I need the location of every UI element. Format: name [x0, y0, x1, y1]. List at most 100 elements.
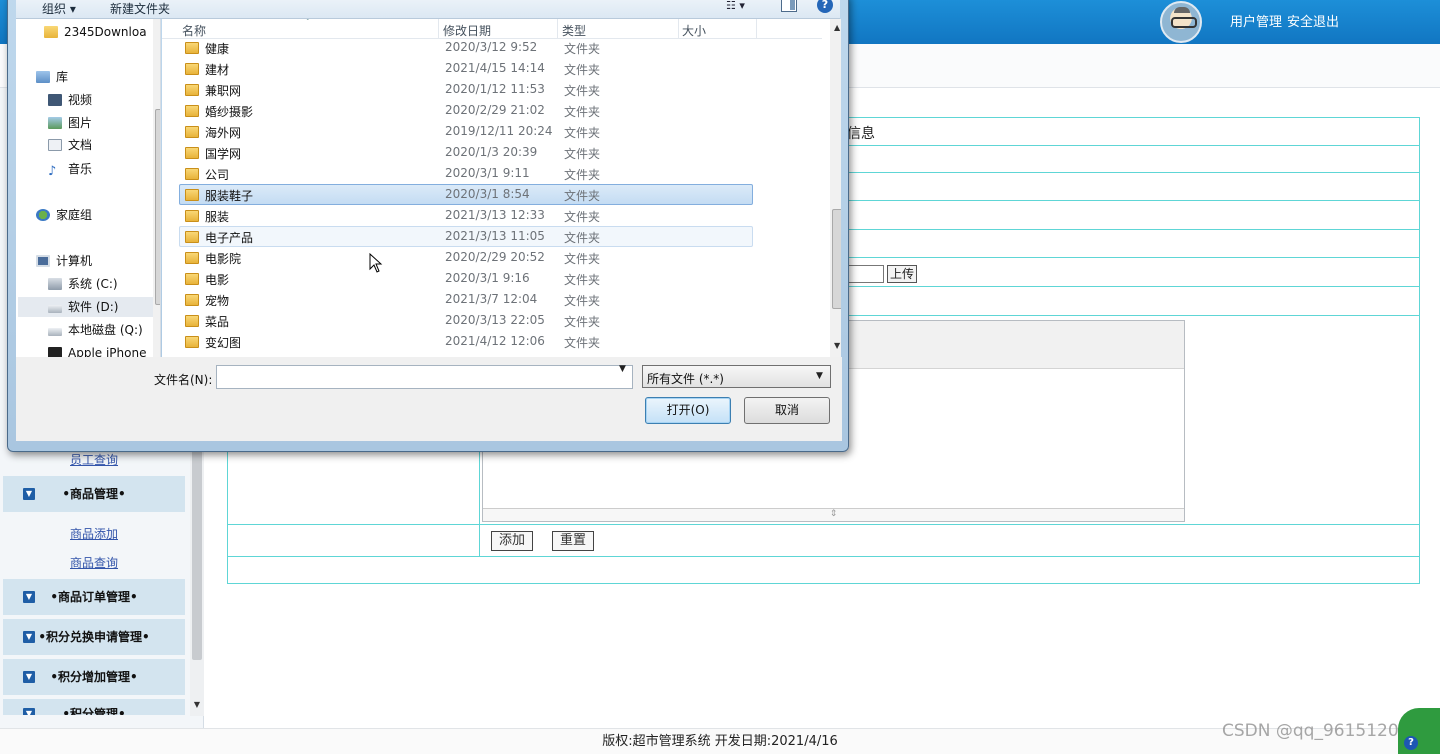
filetype-select[interactable]: 所有文件 (*.*) ▼	[642, 365, 831, 388]
drive-icon	[48, 278, 62, 290]
file-row[interactable]: 建材 2021/4/15 14:14 文件夹	[179, 58, 753, 79]
file-row[interactable]: 电影 2020/3/1 9:16 文件夹	[179, 268, 753, 289]
nav-item-computer[interactable]: 计算机	[36, 251, 92, 271]
sidebar-section-points-add[interactable]: ▼ •积分增加管理•	[3, 659, 185, 695]
navigation-pane: 2345Downloa 库 视频 图片 文档 ♪ 音乐 家庭组 计算机 系统 (C…	[16, 19, 161, 357]
sidebar-section-orders[interactable]: ▼ •商品订单管理•	[3, 579, 185, 615]
file-row-selected[interactable]: 服装鞋子 2020/3/1 8:54 文件夹	[179, 184, 753, 205]
sort-arrow-icon: ⌄	[304, 19, 312, 23]
folder-icon	[185, 231, 199, 243]
chevron-down-icon[interactable]: ▼	[619, 364, 626, 374]
new-folder-button[interactable]: 新建文件夹	[110, 0, 170, 17]
sidebar-section-label: •积分管理•	[62, 707, 126, 715]
folder-icon	[185, 84, 199, 96]
sidebar-section-label: •商品订单管理•	[50, 590, 138, 604]
folder-icon	[185, 210, 199, 222]
scroll-down-arrow-icon[interactable]: ▼	[190, 700, 204, 714]
chevron-down-icon: ▼	[23, 488, 35, 500]
phone-icon	[48, 347, 62, 357]
nav-item-documents[interactable]: 文档	[48, 135, 92, 155]
file-row[interactable]: 健康 2020/3/12 9:52 文件夹	[179, 37, 753, 58]
file-row[interactable]: 宠物 2021/3/7 12:04 文件夹	[179, 289, 753, 310]
file-row[interactable]: 电影院 2020/2/29 20:52 文件夹	[179, 247, 753, 268]
file-list-pane: 名称 ⌄ 修改日期 类型 大小 健康2020/3/12 9:52文件夹 建材20…	[162, 19, 841, 357]
file-row[interactable]: 公司 2020/3/1 9:11 文件夹	[179, 163, 753, 184]
folder-icon	[185, 105, 199, 117]
dialog-toolbar: 组织 ▾ 新建文件夹 ☷ ▾ ?	[16, 0, 840, 19]
editor-resize-bar[interactable]: ⇕	[483, 508, 1184, 521]
file-row[interactable]: 菜品 2020/3/13 22:05 文件夹	[179, 310, 753, 331]
sidebar-section-label: •商品管理•	[62, 487, 126, 501]
folder-icon	[44, 26, 58, 38]
file-row[interactable]: 婚纱摄影 2020/2/29 21:02 文件夹	[179, 100, 753, 121]
sidebar-section-goods[interactable]: ▼ •商品管理•	[3, 476, 185, 512]
logout-link[interactable]: 安全退出	[1287, 11, 1339, 30]
csdn-watermark: CSDN @qq_961512025	[1222, 721, 1421, 741]
drive-icon	[48, 305, 62, 313]
nav-item-drive-c[interactable]: 系统 (C:)	[48, 274, 118, 294]
filetype-value: 所有文件 (*.*)	[647, 372, 724, 386]
file-row[interactable]: 兼职网 2020/1/12 11:53 文件夹	[179, 79, 753, 100]
sidebar-link-employee-query[interactable]: 员工查询	[70, 451, 118, 468]
help-icon[interactable]: ?	[817, 0, 833, 13]
file-row[interactable]: 国学网 2020/1/3 20:39 文件夹	[179, 142, 753, 163]
homegroup-icon	[36, 209, 50, 221]
user-avatar	[1160, 1, 1202, 43]
nav-item-2345downloads[interactable]: 2345Downloa	[44, 22, 147, 42]
tray-app-icon[interactable]	[1398, 708, 1440, 754]
upload-button[interactable]: 上传	[887, 265, 917, 283]
user-management-link[interactable]: 用户管理	[1230, 11, 1282, 30]
dialog-controls: 文件名(N): ▼ 所有文件 (*.*) ▼ 打开(O) 取消	[16, 357, 842, 441]
sidebar-link-goods-add[interactable]: 商品添加	[70, 525, 118, 542]
nav-item-drive-d[interactable]: 软件 (D:)	[18, 297, 153, 317]
chevron-down-icon: ▼	[23, 591, 35, 603]
nav-item-videos[interactable]: 视频	[48, 90, 92, 110]
filename-input[interactable]	[216, 365, 633, 389]
folder-icon	[185, 126, 199, 138]
folder-icon	[185, 336, 199, 348]
nav-item-libraries[interactable]: 库	[36, 67, 68, 87]
file-row[interactable]: 变幻图 2021/4/12 12:06 文件夹	[179, 331, 753, 352]
file-list-scroll-thumb[interactable]	[832, 209, 841, 309]
open-button[interactable]: 打开(O)	[645, 397, 731, 424]
file-row-hover[interactable]: 电子产品 2021/3/13 11:05 文件夹	[179, 226, 753, 247]
nav-item-homegroup[interactable]: 家庭组	[36, 205, 92, 225]
view-options-icon[interactable]: ☷ ▾	[726, 0, 762, 13]
help-icon[interactable]: ?	[1404, 736, 1418, 750]
nav-scroll-thumb[interactable]	[155, 109, 160, 305]
scroll-up-arrow-icon[interactable]: ▲	[834, 23, 840, 32]
nav-item-iphone[interactable]: Apple iPhone	[48, 343, 146, 357]
drive-icon	[48, 328, 62, 336]
column-header-row: 名称 ⌄ 修改日期 类型 大小	[162, 19, 822, 39]
document-icon	[48, 139, 62, 151]
folder-icon	[185, 252, 199, 264]
chevron-down-icon: ▼	[23, 671, 35, 683]
nav-item-drive-q[interactable]: 本地磁盘 (Q:)	[48, 320, 143, 340]
sidebar-section-points-exchange[interactable]: ▼ •积分兑换申请管理•	[3, 619, 185, 655]
file-row[interactable]: 海外网 2019/12/11 20:24 文件夹	[179, 121, 753, 142]
folder-icon	[185, 189, 199, 201]
nav-item-pictures[interactable]: 图片	[48, 113, 92, 133]
image-path-input[interactable]	[848, 265, 884, 283]
music-note-icon: ♪	[48, 164, 57, 179]
sidebar-link-goods-query[interactable]: 商品查询	[70, 554, 118, 571]
file-open-dialog: 组织 ▾ 新建文件夹 ☷ ▾ ? 2345Downloa 库 视频 图片 文档 …	[7, 0, 849, 452]
add-button[interactable]: 添加	[491, 531, 533, 551]
sidebar-section-label: •积分增加管理•	[50, 670, 138, 684]
folder-icon	[185, 294, 199, 306]
form-title: 信息	[847, 126, 875, 142]
cancel-button[interactable]: 取消	[744, 397, 830, 424]
chevron-down-icon: ▼	[23, 708, 35, 715]
preview-pane-icon[interactable]	[781, 0, 797, 12]
sidebar-section-points[interactable]: ▼ •积分管理•	[3, 699, 185, 715]
computer-icon	[36, 255, 50, 267]
filename-label: 文件名(N):	[154, 373, 213, 387]
folder-icon	[185, 147, 199, 159]
scroll-down-arrow-icon[interactable]: ▼	[834, 341, 840, 350]
nav-item-music[interactable]: ♪ 音乐	[48, 159, 92, 179]
organize-menu[interactable]: 组织 ▾	[42, 0, 76, 17]
reset-button[interactable]: 重置	[552, 531, 594, 551]
folder-icon	[185, 168, 199, 180]
file-row[interactable]: 服装 2021/3/13 12:33 文件夹	[179, 205, 753, 226]
chevron-down-icon: ▼	[816, 371, 823, 381]
